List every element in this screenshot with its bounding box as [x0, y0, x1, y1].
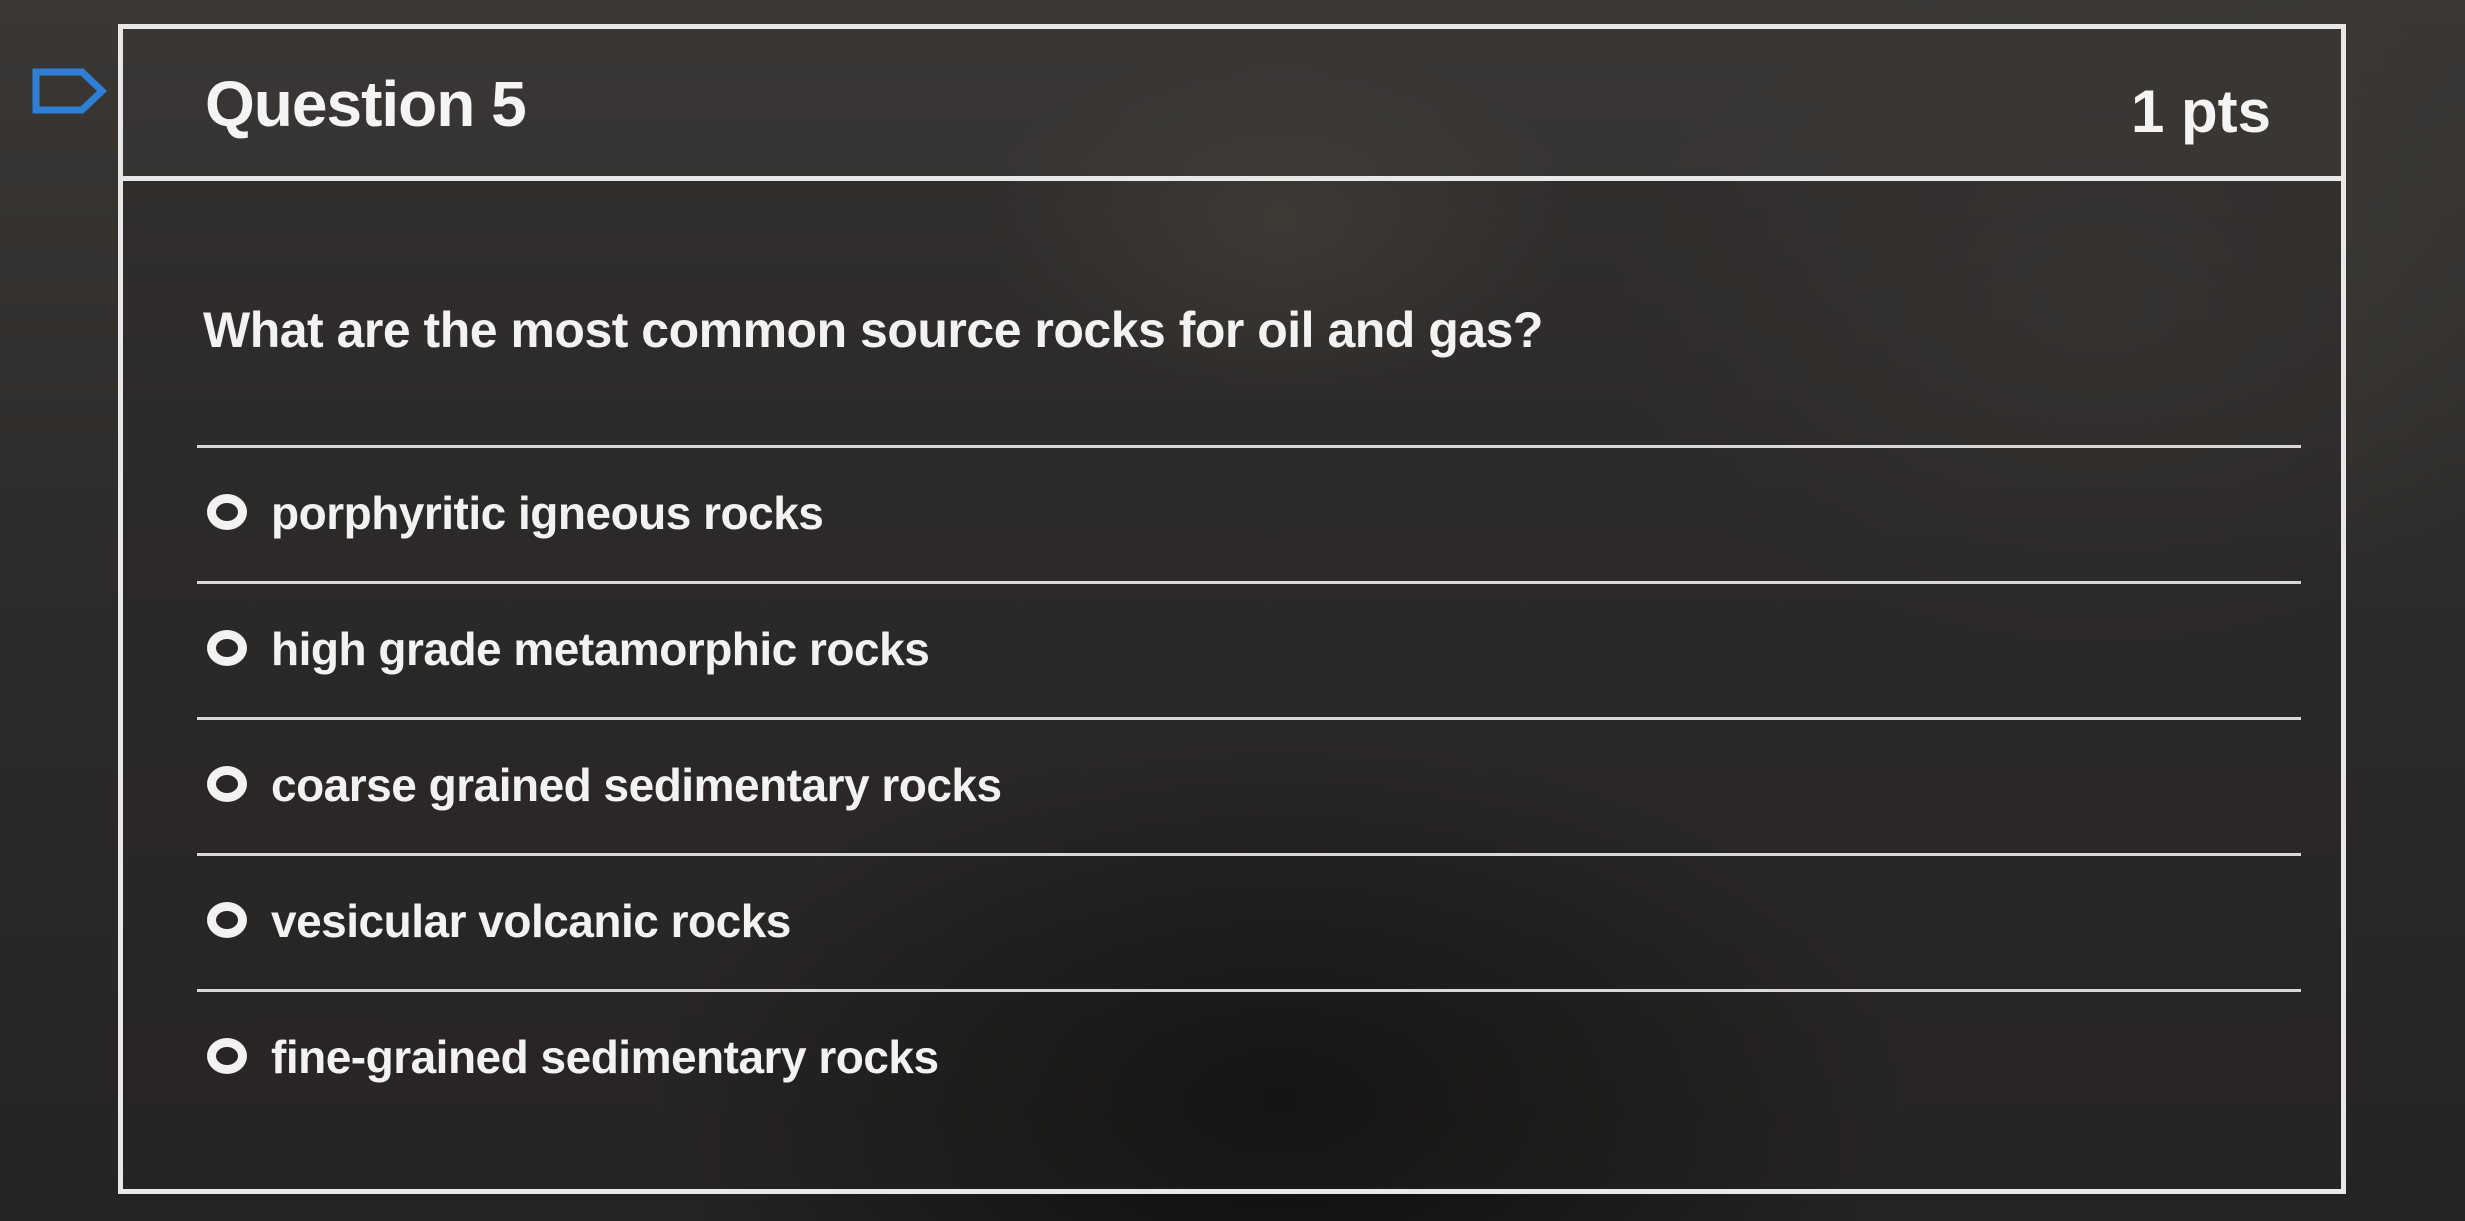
- answer-option[interactable]: coarse grained sedimentary rocks: [197, 717, 2301, 853]
- radio-button[interactable]: [207, 630, 247, 666]
- radio-button[interactable]: [207, 902, 247, 938]
- flag-question-icon[interactable]: [30, 66, 108, 116]
- answer-option[interactable]: fine-grained sedimentary rocks: [197, 989, 2301, 1125]
- radio-button[interactable]: [207, 766, 247, 802]
- answer-label[interactable]: high grade metamorphic rocks: [271, 622, 930, 676]
- answer-option[interactable]: vesicular volcanic rocks: [197, 853, 2301, 989]
- question-card: Question 5 1 pts What are the most commo…: [118, 24, 2346, 1194]
- answer-label[interactable]: porphyritic igneous rocks: [271, 486, 824, 540]
- question-text: What are the most common source rocks fo…: [203, 302, 1543, 358]
- radio-button[interactable]: [207, 1038, 247, 1074]
- answer-label[interactable]: coarse grained sedimentary rocks: [271, 758, 1002, 812]
- radio-button[interactable]: [207, 494, 247, 530]
- question-points: 1 pts: [2130, 78, 2271, 145]
- question-title: Question 5: [205, 68, 527, 140]
- answer-label[interactable]: fine-grained sedimentary rocks: [271, 1030, 939, 1084]
- question-header: Question 5 1 pts: [123, 29, 2341, 181]
- answer-option[interactable]: porphyritic igneous rocks: [197, 445, 2301, 581]
- answer-list: porphyritic igneous rocks high grade met…: [197, 445, 2301, 1125]
- answer-label[interactable]: vesicular volcanic rocks: [271, 894, 791, 948]
- answer-option[interactable]: high grade metamorphic rocks: [197, 581, 2301, 717]
